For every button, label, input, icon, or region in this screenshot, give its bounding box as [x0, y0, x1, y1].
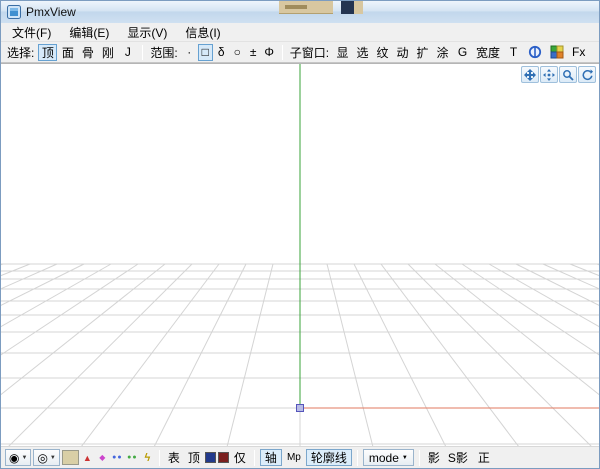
pan-icon [543, 69, 555, 81]
quad-view-button[interactable] [546, 43, 567, 61]
status-bar: ◉ ▼ ◎ ▼ ▲ ◆ ●● ●● ϟ 表 顶 仅 轴 Mp 轮廓线 mode … [1, 446, 599, 468]
subwindow-g-button[interactable]: G [453, 44, 472, 61]
edge-color-swatch[interactable] [218, 452, 229, 463]
shadow-toggle[interactable]: 影 [425, 449, 443, 466]
subwindow-paint-button[interactable]: 涂 [433, 44, 452, 61]
view-nav-buttons [521, 66, 596, 83]
statusbar-separator [159, 450, 160, 466]
background-window-fragment [341, 1, 354, 14]
only-selected-toggle[interactable]: 仅 [231, 449, 249, 466]
physics-icon[interactable]: ϟ [141, 450, 154, 466]
title-bar[interactable]: PmxView [1, 1, 599, 23]
point-display-icon[interactable]: ◆ [96, 450, 109, 466]
background-window-fragment [279, 1, 333, 14]
range-label: 范围: [150, 44, 177, 61]
outline-toggle[interactable]: 轮廓线 [306, 449, 352, 466]
subwindow-t-button[interactable]: T [504, 44, 523, 61]
self-shadow-toggle[interactable]: S影 [445, 449, 471, 466]
menu-view[interactable]: 显示(V) [118, 22, 176, 43]
subwindow-label: 子窗口: [290, 44, 329, 61]
select-joint-button[interactable]: J [118, 44, 137, 61]
display-mode-icon: ◎ [37, 451, 47, 465]
display-mode-dropdown-2[interactable]: ◎ ▼ [33, 449, 59, 466]
ground-grid [1, 64, 599, 446]
mode-label: mode [369, 451, 399, 465]
stereo-view-button[interactable] [524, 43, 545, 61]
vertex-color-swatch[interactable] [205, 452, 216, 463]
select-bone-button[interactable]: 骨 [78, 44, 97, 61]
display-mode-dropdown-1[interactable]: ◉ ▼ [5, 449, 31, 466]
bone-display-icon[interactable]: ●● [111, 450, 124, 466]
subwindow-width-button[interactable]: 宽度 [473, 44, 503, 61]
view-rotate-button[interactable] [578, 66, 596, 83]
circle-view-icon [528, 45, 542, 59]
statusbar-separator [357, 450, 358, 466]
view-zoom-button[interactable] [559, 66, 577, 83]
axis-toggle[interactable]: 轴 [260, 449, 282, 466]
menu-info[interactable]: 信息(I) [176, 22, 229, 43]
origin-marker[interactable] [297, 405, 304, 412]
rotate-icon [581, 69, 593, 81]
subwindow-extend-button[interactable]: 扩 [413, 44, 432, 61]
range-delta-button[interactable]: δ [214, 44, 229, 61]
window-title: PmxView [26, 5, 76, 19]
subwindow-select-button[interactable]: 选 [353, 44, 372, 61]
background-color-swatch[interactable] [62, 450, 79, 465]
morph-toggle[interactable]: Mp [284, 449, 304, 466]
menu-edit[interactable]: 编辑(E) [60, 22, 118, 43]
select-label: 选择: [7, 44, 34, 61]
toolbar-separator [282, 45, 283, 60]
chevron-down-icon: ▼ [50, 455, 56, 461]
joint-display-icon[interactable]: ●● [126, 450, 139, 466]
app-icon [7, 5, 21, 19]
menu-bar: 文件(F) 编辑(E) 显示(V) 信息(I) [1, 23, 599, 42]
menu-file[interactable]: 文件(F) [3, 22, 60, 43]
display-mode-icon: ◉ [9, 451, 19, 465]
vertex-display-icon[interactable]: ▲ [81, 450, 94, 466]
normal-mode-label: 正 [478, 449, 490, 466]
vertex-toggle[interactable]: 顶 [185, 449, 203, 466]
statusbar-separator [419, 450, 420, 466]
mode-dropdown[interactable]: mode ▼ [363, 449, 414, 466]
toolbar: 选择: 顶 面 骨 刚 J 范围: · □ δ ○ ± Φ 子窗口: 显 选 纹… [1, 42, 599, 63]
fx-button[interactable]: Fx [568, 44, 589, 61]
select-vertex-button[interactable]: 顶 [38, 44, 57, 61]
statusbar-separator [254, 450, 255, 466]
viewport-3d[interactable] [1, 63, 599, 446]
subwindow-display-button[interactable]: 显 [333, 44, 352, 61]
range-phi-button[interactable]: Φ [262, 44, 277, 61]
view-move-button[interactable] [521, 66, 539, 83]
front-face-toggle[interactable]: 表 [165, 449, 183, 466]
background-window-fragment [354, 1, 363, 14]
range-point-button[interactable]: · [182, 44, 197, 61]
range-plusminus-button[interactable]: ± [246, 44, 261, 61]
range-circle-button[interactable]: ○ [230, 44, 245, 61]
select-rigidbody-button[interactable]: 刚 [98, 44, 117, 61]
chevron-down-icon: ▼ [402, 455, 408, 461]
move-icon [524, 69, 536, 81]
subwindow-texture-button[interactable]: 纹 [373, 44, 392, 61]
select-face-button[interactable]: 面 [58, 44, 77, 61]
quad-grid-icon [550, 45, 564, 59]
toolbar-separator [142, 45, 143, 60]
range-rect-button[interactable]: □ [198, 44, 213, 61]
zoom-icon [562, 69, 574, 81]
view-pan-button[interactable] [540, 66, 558, 83]
chevron-down-icon: ▼ [21, 455, 27, 461]
pmxview-window: PmxView 文件(F) 编辑(E) 显示(V) 信息(I) 选择: 顶 面 … [0, 0, 600, 469]
subwindow-motion-button[interactable]: 动 [393, 44, 412, 61]
